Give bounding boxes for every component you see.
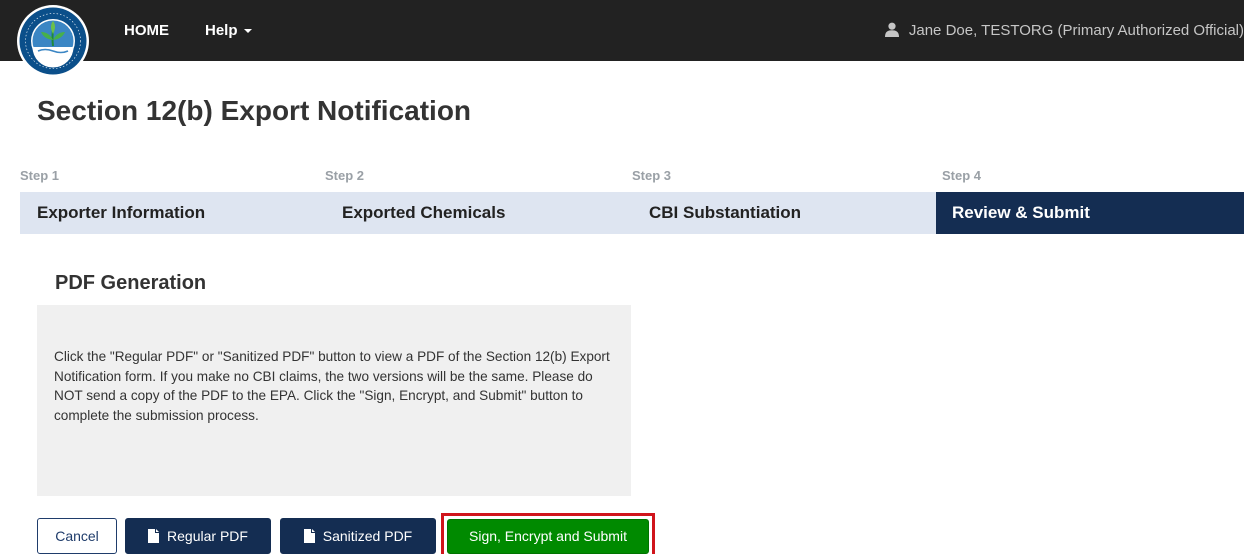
sanitized-pdf-button[interactable]: Sanitized PDF xyxy=(280,518,436,554)
nav-home-link[interactable]: HOME xyxy=(124,0,169,61)
file-icon xyxy=(303,529,315,543)
page-title: Section 12(b) Export Notification xyxy=(37,95,472,126)
regular-pdf-button[interactable]: Regular PDF xyxy=(125,518,271,554)
epa-seal-logo[interactable] xyxy=(16,4,90,78)
sanitized-pdf-label: Sanitized PDF xyxy=(322,528,413,544)
step-2-number: Step 2 xyxy=(325,168,365,183)
regular-pdf-label: Regular PDF xyxy=(167,528,248,544)
user-name: Jane Doe, TESTORG (Primary Authorized Of… xyxy=(908,22,1244,39)
step-review-submit-active[interactable]: Review & Submit xyxy=(936,192,1244,234)
step-4-number: Step 4 xyxy=(942,168,982,183)
step-3-number: Step 3 xyxy=(632,168,672,183)
user-menu[interactable]: Jane Doe, TESTORG (Primary Authorized Of… xyxy=(884,0,1244,61)
step-bar: Exporter Information Exported Chemicals … xyxy=(20,192,1244,234)
file-icon xyxy=(148,529,160,543)
cancel-button[interactable]: Cancel xyxy=(37,518,117,554)
pdf-instructions-text: Click the "Regular PDF" or "Sanitized PD… xyxy=(54,349,610,423)
submit-highlight-frame: Sign, Encrypt and Submit xyxy=(441,513,655,554)
top-navbar: HOME Help Jane Doe, TESTORG (Primary Aut… xyxy=(0,0,1244,61)
step-exported-chemicals[interactable]: Exported Chemicals xyxy=(342,192,505,234)
step-review-submit: Review & Submit xyxy=(952,203,1090,222)
step-exporter-information[interactable]: Exporter Information xyxy=(37,192,205,234)
caret-down-icon xyxy=(243,29,252,34)
nav-help-dropdown[interactable]: Help xyxy=(205,0,252,61)
nav-help-label: Help xyxy=(205,22,238,39)
step-cbi-substantiation[interactable]: CBI Substantiation xyxy=(649,192,801,234)
progress-steps: Step 1 Step 2 Step 3 Step 4 Exporter Inf… xyxy=(20,166,1244,234)
step-1-number: Step 1 xyxy=(20,168,60,183)
pdf-instructions-panel: Click the "Regular PDF" or "Sanitized PD… xyxy=(37,305,631,496)
sign-encrypt-submit-button[interactable]: Sign, Encrypt and Submit xyxy=(447,519,649,554)
pdf-generation-heading: PDF Generation xyxy=(55,272,207,294)
user-icon xyxy=(884,22,899,37)
